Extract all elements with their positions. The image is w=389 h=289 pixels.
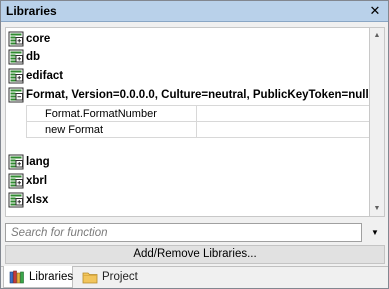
search-dropdown-icon[interactable]: ▼ xyxy=(365,223,385,242)
tab-libraries[interactable]: Libraries xyxy=(3,266,73,288)
libraries-tab-icon xyxy=(9,270,25,284)
library-expanded-icon xyxy=(8,87,24,103)
tab-label: Project xyxy=(102,271,138,283)
function-name: Format.FormatNumber xyxy=(26,105,197,122)
add-remove-libraries-button[interactable]: Add/Remove Libraries... xyxy=(5,245,385,264)
library-item-format[interactable]: Format, Version=0.0.0.0, Culture=neutral… xyxy=(8,86,369,103)
library-icon xyxy=(8,173,24,189)
vertical-scrollbar[interactable]: ▲ ▼ xyxy=(370,27,385,217)
scroll-down-icon[interactable]: ▼ xyxy=(370,201,384,216)
library-icon xyxy=(8,49,24,65)
libraries-window: Libraries ✕ core db edifact Format, Vers… xyxy=(0,0,389,289)
library-label: lang xyxy=(26,155,50,168)
tab-label: Libraries xyxy=(29,270,74,283)
close-icon[interactable]: ✕ xyxy=(367,3,383,19)
window-title: Libraries xyxy=(6,4,57,18)
folder-icon xyxy=(82,270,98,284)
library-label: xbrl xyxy=(26,174,48,187)
panel-tabs: Libraries Project xyxy=(1,266,388,288)
library-label: core xyxy=(26,32,51,45)
function-row[interactable]: Format.FormatNumber xyxy=(26,105,369,122)
scroll-up-icon[interactable]: ▲ xyxy=(370,28,384,43)
function-detail xyxy=(196,105,369,122)
library-item-edifact[interactable]: edifact xyxy=(8,67,63,84)
library-label: edifact xyxy=(26,69,64,82)
function-name: new Format xyxy=(26,121,197,138)
function-detail xyxy=(196,121,369,138)
library-icon xyxy=(8,31,24,47)
library-icon xyxy=(8,68,24,84)
library-label: Format, Version=0.0.0.0, Culture=neutral… xyxy=(26,88,369,101)
search-field xyxy=(5,223,362,242)
library-item-db[interactable]: db xyxy=(8,48,40,65)
library-icon xyxy=(8,192,24,208)
library-item-xlsx[interactable]: xlsx xyxy=(8,191,48,208)
library-label: db xyxy=(26,50,41,63)
library-icon xyxy=(8,154,24,170)
function-row[interactable]: new Format xyxy=(26,121,369,138)
library-item-lang[interactable]: lang xyxy=(8,153,50,170)
tab-project[interactable]: Project xyxy=(77,266,147,288)
title-bar: Libraries ✕ xyxy=(1,1,388,22)
library-item-core[interactable]: core xyxy=(8,30,50,47)
search-input[interactable] xyxy=(6,224,361,241)
library-label: xlsx xyxy=(26,193,49,206)
library-item-xbrl[interactable]: xbrl xyxy=(8,172,47,189)
library-tree: core db edifact Format, Version=0.0.0.0,… xyxy=(5,27,370,217)
function-list: Format.FormatNumber new Format xyxy=(26,105,369,138)
